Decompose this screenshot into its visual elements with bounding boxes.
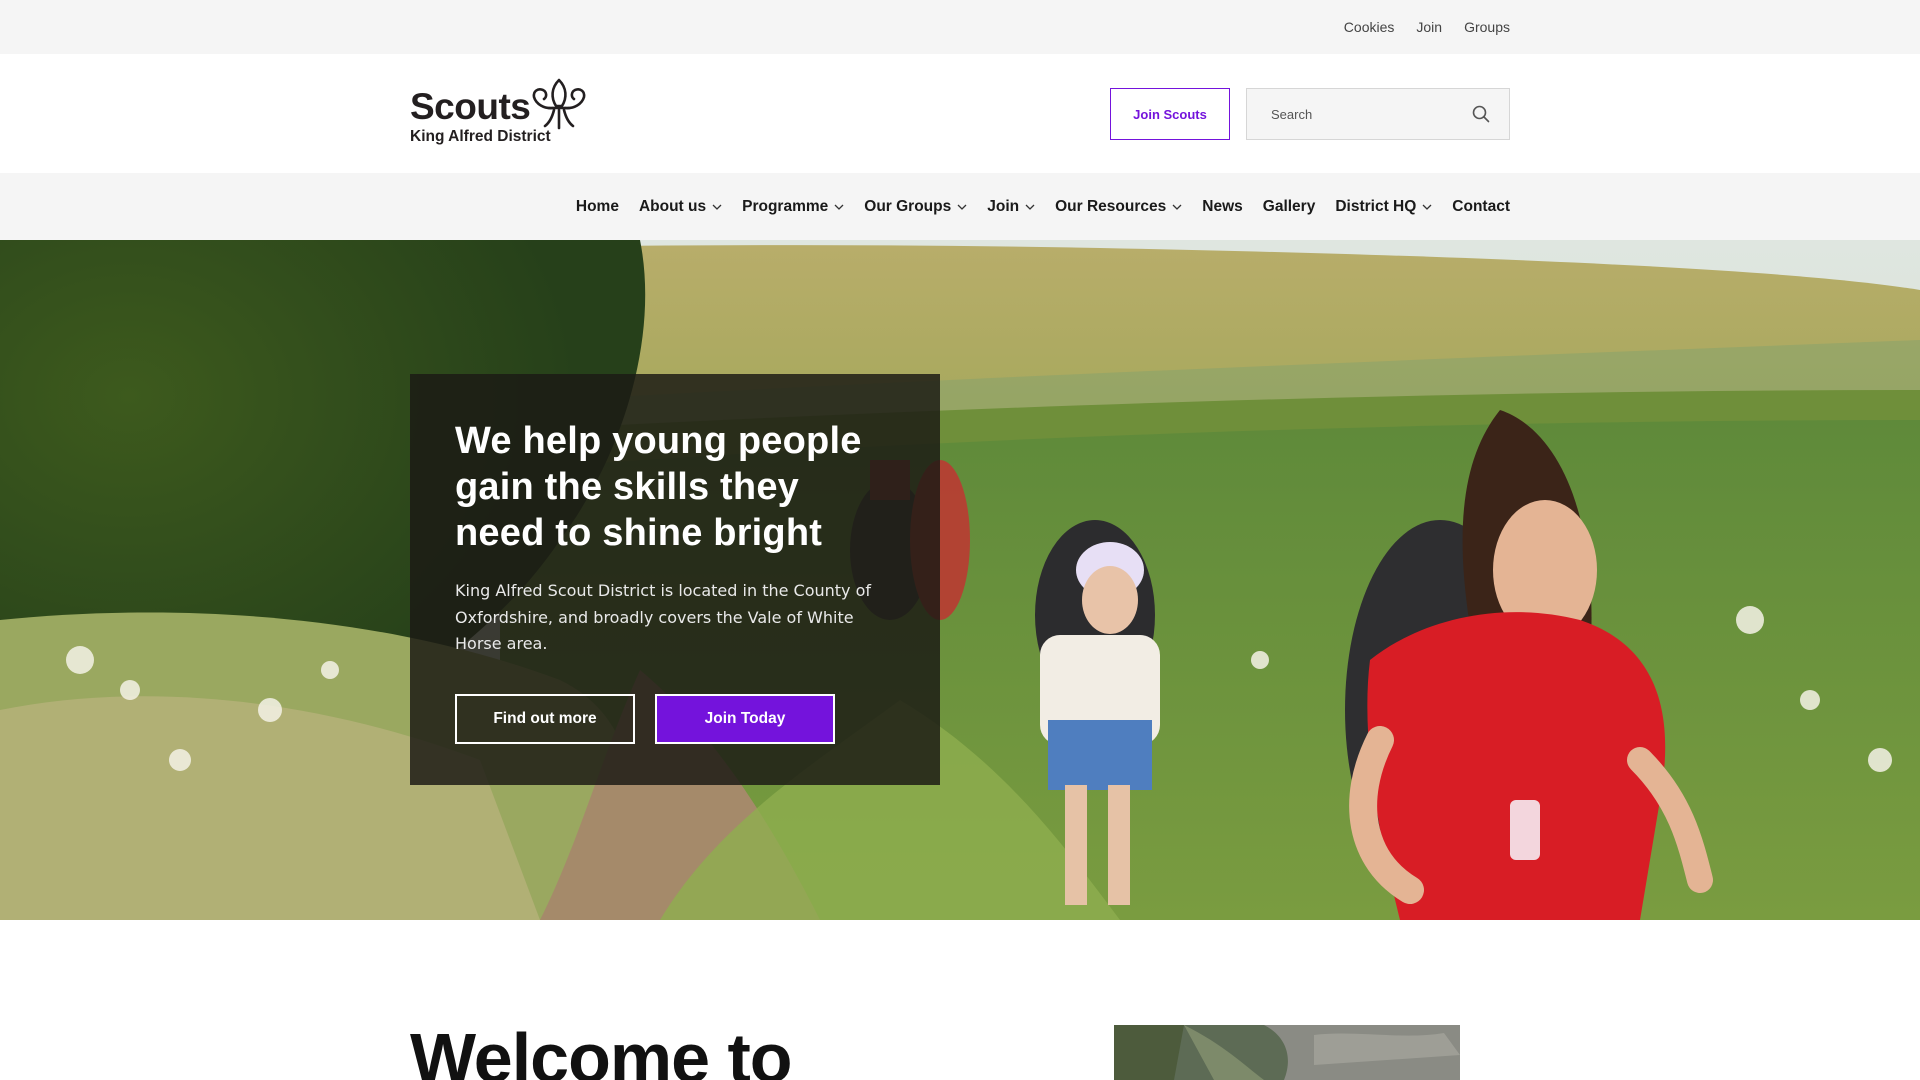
nav-item-label: Our Resources <box>1055 197 1167 215</box>
hero-background-photo <box>0 240 1920 920</box>
hero-card: We help young people gain the skills the… <box>410 374 940 785</box>
chevron-down-icon <box>1422 204 1432 210</box>
nav-item-gallery[interactable]: Gallery <box>1263 198 1316 216</box>
nav-item-label: Contact <box>1452 197 1510 215</box>
hero-title: We help young people gain the skills the… <box>455 420 862 554</box>
main-nav: Home About us Programme Our Groups Join … <box>0 173 1920 240</box>
site-header: Scouts King Alfred District Join Scouts <box>0 54 1920 173</box>
nav-item-label: Programme <box>742 197 829 215</box>
welcome-photo <box>1114 1025 1460 1080</box>
utility-links: Cookies Join Groups <box>1344 0 1510 54</box>
chevron-down-icon <box>834 204 844 210</box>
nav-item-contact[interactable]: Contact <box>1452 198 1510 216</box>
search-icon[interactable] <box>1453 89 1509 139</box>
logo-wordmark: Scouts <box>410 86 531 127</box>
utility-link-join[interactable]: Join <box>1416 19 1442 35</box>
logo-district-name: King Alfred District <box>410 128 551 145</box>
nav-item-news[interactable]: News <box>1202 198 1243 216</box>
nav-item-our-resources[interactable]: Our Resources <box>1055 198 1182 216</box>
nav-item-label: Gallery <box>1262 197 1316 215</box>
search-box <box>1246 88 1510 140</box>
join-scouts-button[interactable]: Join Scouts <box>1110 88 1230 140</box>
nav-item-district-hq[interactable]: District HQ <box>1335 198 1432 216</box>
find-out-more-button[interactable]: Find out more <box>455 693 635 744</box>
nav-item-label: Our Groups <box>864 197 952 215</box>
site-logo[interactable]: Scouts King Alfred District <box>410 78 600 154</box>
chevron-down-icon <box>1172 204 1182 210</box>
chevron-down-icon <box>1025 204 1035 210</box>
chevron-down-icon <box>957 204 967 210</box>
nav-item-label: About us <box>638 197 707 215</box>
nav-item-home[interactable]: Home <box>576 198 619 216</box>
utility-link-groups[interactable]: Groups <box>1464 19 1510 35</box>
fleur-de-lis-icon <box>532 78 586 130</box>
nav-item-label: Join <box>987 197 1020 215</box>
hero-banner: We help young people gain the skills the… <box>0 240 1920 920</box>
main-nav-items: Home About us Programme Our Groups Join … <box>576 173 1510 240</box>
utility-link-cookies[interactable]: Cookies <box>1344 19 1395 35</box>
nav-item-label: News <box>1202 197 1243 215</box>
hero-buttons: Find out more Join Today <box>455 693 895 744</box>
nav-item-label: District HQ <box>1335 197 1417 215</box>
welcome-title: Welcome to <box>410 1019 793 1080</box>
nav-item-label: Home <box>575 197 619 215</box>
chevron-down-icon <box>712 204 722 210</box>
welcome-image <box>1114 1025 1460 1080</box>
nav-item-join[interactable]: Join <box>987 198 1035 216</box>
hero-description: King Alfred Scout District is located in… <box>455 581 872 653</box>
utility-bar: Cookies Join Groups <box>0 0 1920 54</box>
search-input[interactable] <box>1247 89 1453 139</box>
nav-item-our-groups[interactable]: Our Groups <box>864 198 967 216</box>
join-today-button[interactable]: Join Today <box>655 693 835 744</box>
nav-item-about-us[interactable]: About us <box>639 198 722 216</box>
nav-item-programme[interactable]: Programme <box>742 198 844 216</box>
